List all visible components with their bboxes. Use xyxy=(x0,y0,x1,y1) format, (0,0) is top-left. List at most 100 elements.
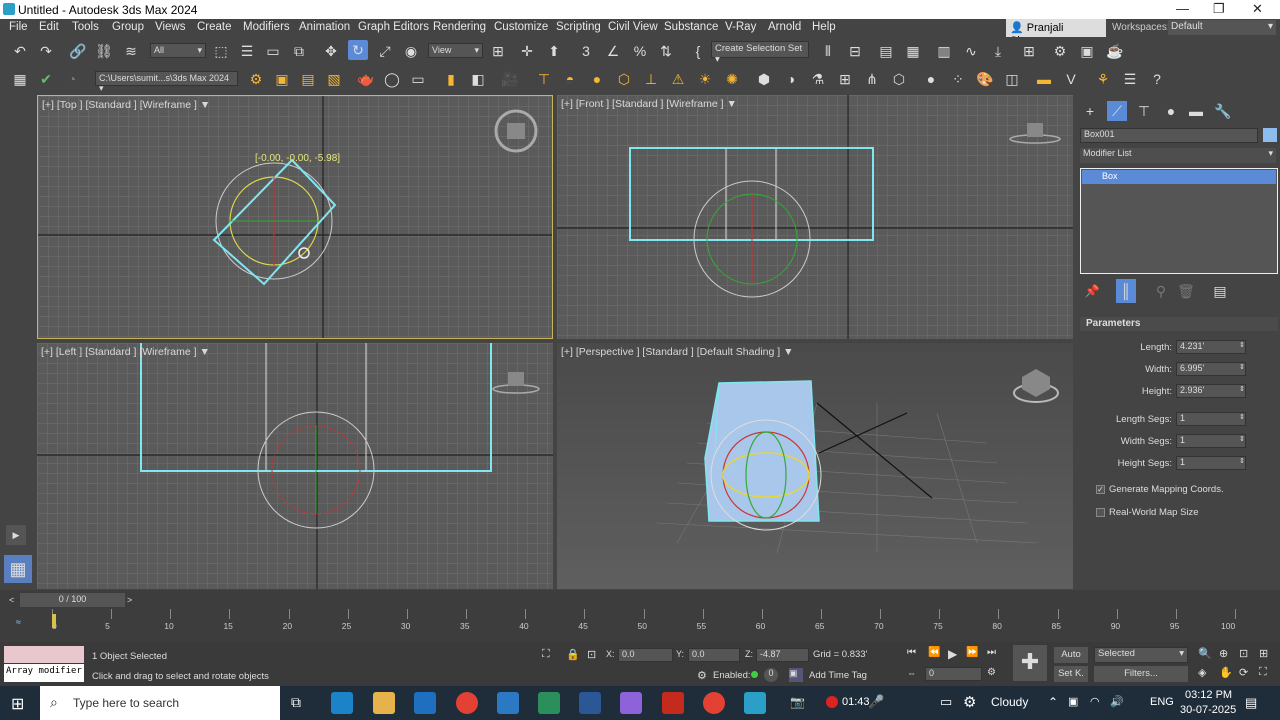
link-icon[interactable]: 🔗 xyxy=(68,41,88,61)
menu-animation[interactable]: Animation xyxy=(299,21,350,33)
cut-tool-icon[interactable]: ▧ xyxy=(324,69,344,89)
workspace-dropdown[interactable]: Default ▾ xyxy=(1168,20,1276,35)
next-key-icon[interactable]: ⏩ xyxy=(966,647,978,658)
set-key-button[interactable]: Set K. xyxy=(1054,666,1088,682)
teapot-icon[interactable]: 🫖 xyxy=(356,69,376,89)
stack-item-box[interactable]: Box xyxy=(1082,170,1276,184)
box-primitive-icon[interactable]: ▭ xyxy=(408,69,428,89)
taskbar-search[interactable]: ⌕ Type here to search xyxy=(40,686,280,720)
prev-frame-icon[interactable]: < xyxy=(9,595,14,605)
y-coord-field[interactable]: 0.0 xyxy=(688,648,740,662)
wifi-icon[interactable]: ◠ xyxy=(1090,695,1100,708)
display-tab-icon[interactable]: ▬ xyxy=(1186,101,1206,121)
viewport-front-label[interactable]: [+] [Front ] [Standard ] [Wireframe ] ▼ xyxy=(561,98,737,110)
layer-explorer-icon[interactable]: ▦ xyxy=(903,41,923,61)
torus-icon[interactable]: ◯ xyxy=(382,69,402,89)
bind-space-warp-icon[interactable]: ≋ xyxy=(121,41,141,61)
material-editor-icon[interactable]: ⊞ xyxy=(1019,41,1039,61)
menu-tools[interactable]: Tools xyxy=(72,21,99,33)
filter-icon[interactable]: ▼ xyxy=(199,346,209,358)
field-of-view-icon[interactable]: ◈ xyxy=(1198,666,1206,679)
rotate-icon[interactable]: ↻ xyxy=(348,40,368,60)
vfb-icon[interactable]: ◫ xyxy=(1002,69,1022,89)
menu-edit[interactable]: Edit xyxy=(39,21,59,33)
menu-views[interactable]: Views xyxy=(155,21,185,33)
menu-help[interactable]: Help xyxy=(812,21,836,33)
rect-selection-icon[interactable]: ▭ xyxy=(263,41,283,61)
viewport-top-label[interactable]: [+] [Top ] [Standard ] [Wireframe ] ▼ xyxy=(42,99,210,111)
screen-capture-icon[interactable]: ▭ xyxy=(940,694,952,710)
user-account-button[interactable]: 👤 Pranjali Sharma ▾ xyxy=(1006,19,1106,47)
place-icon[interactable]: ◉ xyxy=(401,41,421,61)
height-segs-field[interactable]: 1 xyxy=(1176,456,1246,470)
menu-group[interactable]: Group xyxy=(112,21,144,33)
menu-arnold[interactable]: Arnold xyxy=(768,21,801,33)
palette-icon[interactable]: 🎨 xyxy=(975,69,995,89)
menu-file[interactable]: File xyxy=(9,21,28,33)
selection-set-dropdown[interactable]: Create Selection Set ▾ xyxy=(711,41,809,65)
play-icon[interactable]: ▶ xyxy=(948,647,957,661)
microphone-icon[interactable]: 🎤 xyxy=(868,694,884,710)
menu-create[interactable]: Create xyxy=(197,21,232,33)
render-setup-icon[interactable]: ⚙ xyxy=(1050,41,1070,61)
ref-coord-dropdown[interactable]: View ▾ xyxy=(428,43,483,58)
window-crossing-icon[interactable]: ⧉ xyxy=(289,41,309,61)
undo-icon[interactable]: ↶ xyxy=(10,41,30,61)
go-to-end-icon[interactable]: ⏭ xyxy=(987,647,996,658)
length-segs-field[interactable]: 1 xyxy=(1176,412,1246,426)
gen-mapping-checkbox[interactable]: ✓ xyxy=(1096,485,1105,494)
chrome-profile-icon[interactable] xyxy=(703,692,725,714)
weather-label[interactable]: Cloudy xyxy=(991,695,1028,709)
z-coord-field[interactable]: -4.87 xyxy=(756,648,809,662)
align-icon[interactable]: ⊟ xyxy=(845,41,865,61)
time-configuration-icon[interactable]: ⚙ xyxy=(987,667,996,678)
minimize-icon[interactable]: — xyxy=(1176,1,1189,16)
arnold-menu-icon[interactable]: ☰ xyxy=(1120,69,1140,89)
zoom-extents-icon[interactable]: ⊡ xyxy=(1239,647,1248,660)
modify-tab-icon[interactable]: ⟋ xyxy=(1107,101,1127,121)
adaptive-degradation-icon[interactable]: ⚙ xyxy=(697,669,707,682)
viewport-left[interactable]: [+] [Left ] [Standard ] [Wireframe ] ▼ xyxy=(37,343,553,589)
mirror-icon[interactable]: ⫴ xyxy=(818,41,838,61)
expand-arrow-icon[interactable]: ▶ xyxy=(6,525,26,545)
viewport-perspective[interactable]: [+] [Perspective ] [Standard ] [Default … xyxy=(557,343,1073,589)
maximize-icon[interactable]: ❐ xyxy=(1213,1,1225,17)
copilot-icon[interactable] xyxy=(620,692,642,714)
box-tool-icon[interactable]: ▣ xyxy=(272,69,292,89)
current-frame-field[interactable]: 0 xyxy=(925,667,982,681)
cube-icon[interactable]: ⬢ xyxy=(754,69,774,89)
filter-icon[interactable]: ▼ xyxy=(783,346,793,358)
record-stop-icon[interactable] xyxy=(826,696,838,708)
task-view-icon[interactable]: ⧉ xyxy=(291,694,301,711)
viewport-layouts-icon[interactable]: ▦ xyxy=(4,555,32,583)
track-bar[interactable]: 0510152025303540455055606570758085909510… xyxy=(52,609,1236,635)
maxscript-listener[interactable] xyxy=(4,646,84,663)
spot-light-icon[interactable]: ⊥ xyxy=(641,69,661,89)
fur-icon[interactable]: ⋔ xyxy=(862,69,882,89)
time-tag-icon[interactable]: ▣ xyxy=(789,668,803,682)
keyboard-shortcut-icon[interactable]: ⬆ xyxy=(544,41,564,61)
3dsmax-taskbar-icon[interactable] xyxy=(744,692,766,714)
filter-icon[interactable]: ▼ xyxy=(726,98,736,110)
snaps-toggle-icon[interactable]: 3 xyxy=(576,41,596,61)
sky-icon[interactable]: ✺ xyxy=(722,69,742,89)
scale-icon[interactable]: ⤢ xyxy=(375,41,395,61)
word-icon[interactable] xyxy=(579,692,601,714)
settings-icon[interactable]: ⚙ xyxy=(963,693,976,711)
tray-chevron-icon[interactable]: ⌃ xyxy=(1048,695,1058,709)
network-icon[interactable]: ▣ xyxy=(1068,695,1078,708)
key-filters-button[interactable]: Filters... xyxy=(1094,666,1188,682)
set-key-icon[interactable]: ✚ xyxy=(1013,645,1047,681)
redo-icon[interactable]: ↷ xyxy=(36,41,56,61)
arnold-light-icon[interactable]: ⚘ xyxy=(1093,69,1113,89)
time-config-icon[interactable]: ⇔ xyxy=(907,668,916,678)
schematic-view-icon[interactable]: ⤓ xyxy=(988,41,1008,61)
orbit-icon[interactable]: ⟳ xyxy=(1239,666,1248,679)
maxscript-output[interactable]: Array modifier xyxy=(4,664,84,682)
maximize-viewport-icon[interactable]: ⛶ xyxy=(1259,666,1267,679)
create-tab-icon[interactable]: + xyxy=(1080,101,1100,121)
spinner-icon[interactable]: ⇕ xyxy=(1239,341,1245,349)
zoom-all-icon[interactable]: ⊕ xyxy=(1219,647,1228,660)
add-time-tag-button[interactable]: Add Time Tag xyxy=(809,670,867,681)
hierarchy-tab-icon[interactable]: ⊤ xyxy=(1134,101,1154,121)
